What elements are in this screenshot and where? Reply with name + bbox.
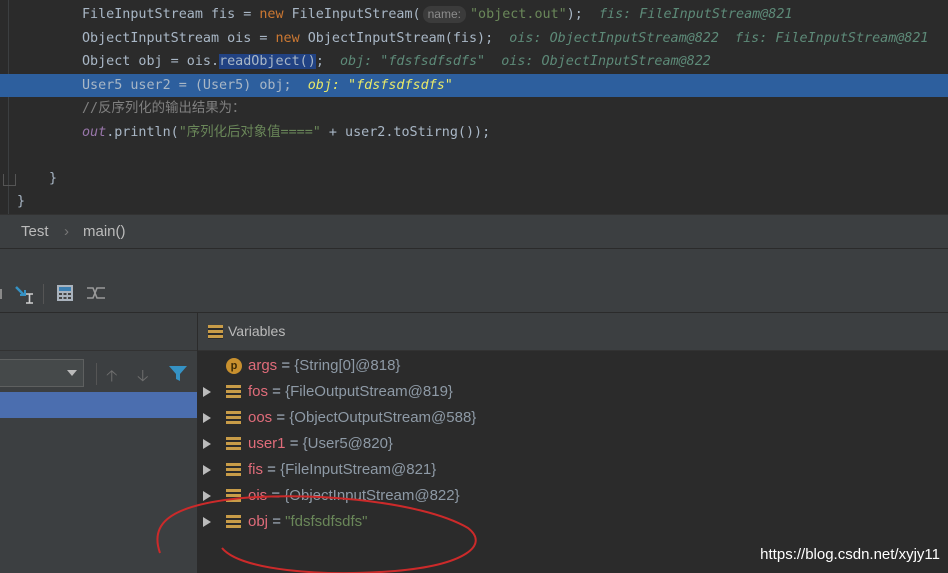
watermark: https://blog.csdn.net/xyjy11	[760, 546, 940, 563]
annotation-circle	[156, 495, 477, 573]
